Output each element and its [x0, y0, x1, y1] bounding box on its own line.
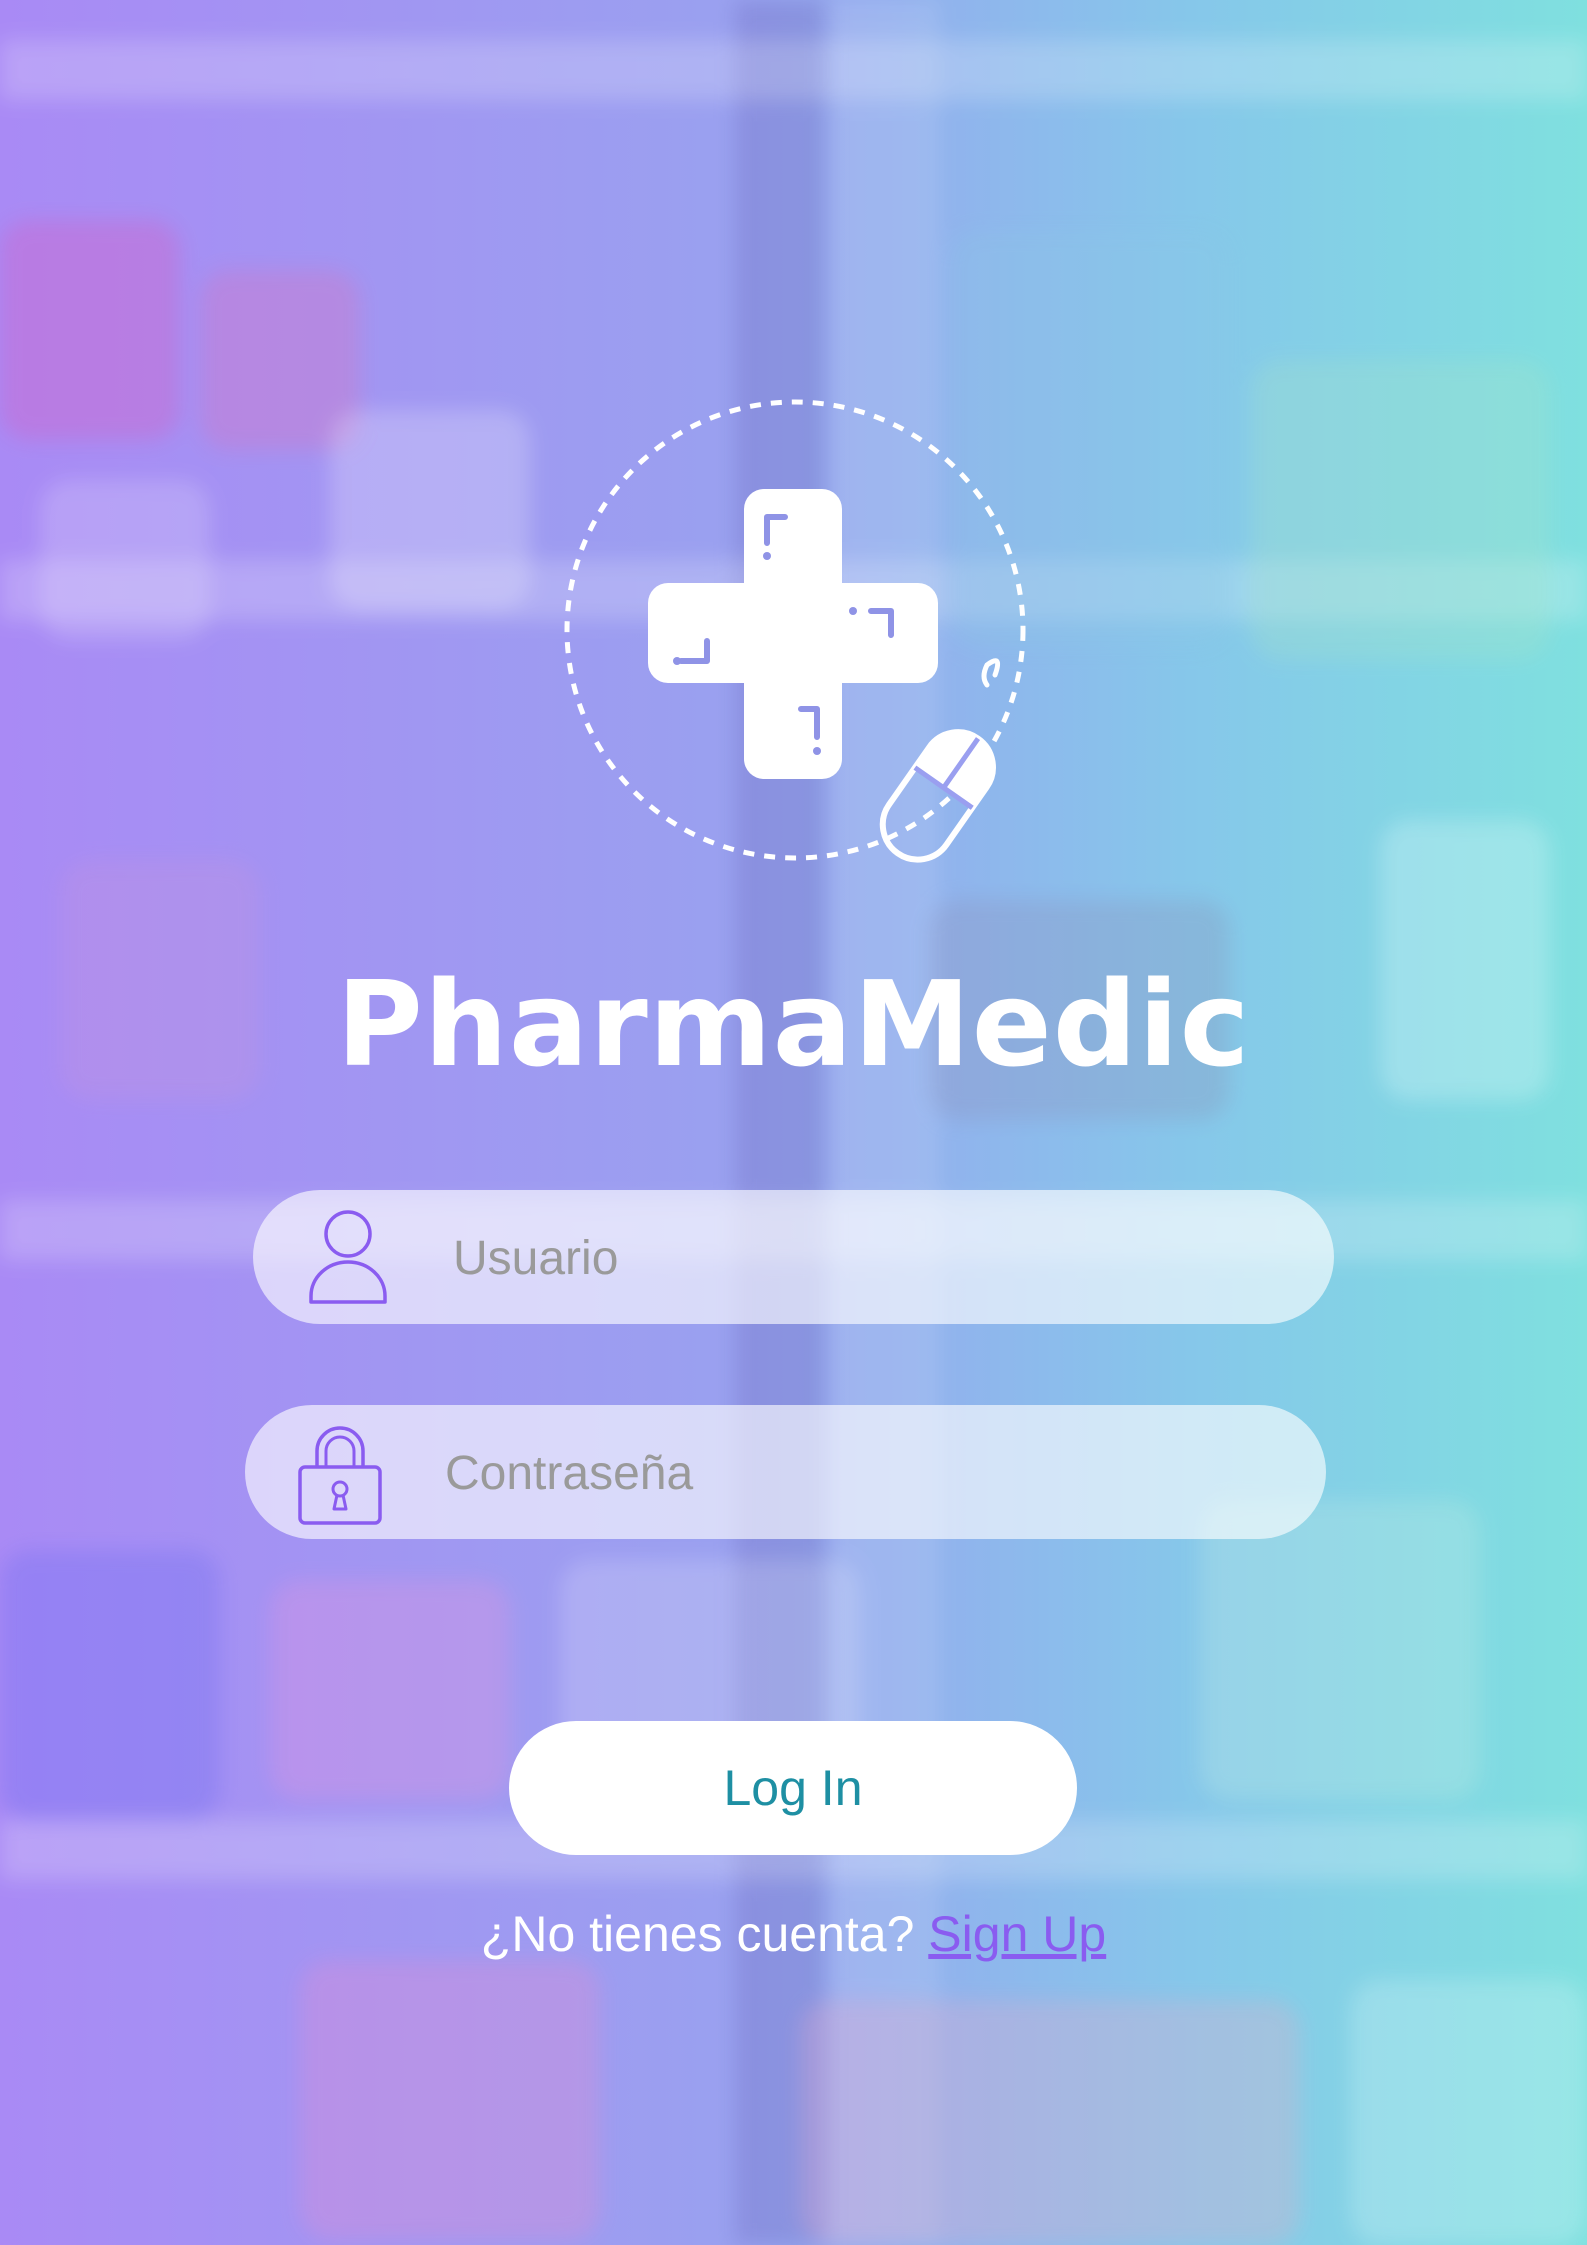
password-field[interactable] [245, 1405, 1326, 1539]
padlock-icon [298, 1426, 382, 1525]
computer-mouse-icon [879, 658, 1001, 863]
medical-cross-icon [648, 489, 938, 779]
password-input[interactable] [443, 1425, 1247, 1521]
login-button[interactable]: Log In [509, 1721, 1077, 1855]
username-field[interactable] [253, 1190, 1334, 1324]
signup-prompt-text: ¿No tienes cuenta? [480, 1906, 915, 1962]
pharmamedic-logo [564, 399, 1026, 863]
user-icon [309, 1210, 387, 1304]
signup-link[interactable]: Sign Up [928, 1906, 1106, 1962]
signup-prompt-line: ¿No tienes cuenta? Sign Up [0, 1905, 1587, 1963]
username-input[interactable] [451, 1210, 1255, 1306]
app-title: PharmaMedic [336, 955, 1251, 1093]
